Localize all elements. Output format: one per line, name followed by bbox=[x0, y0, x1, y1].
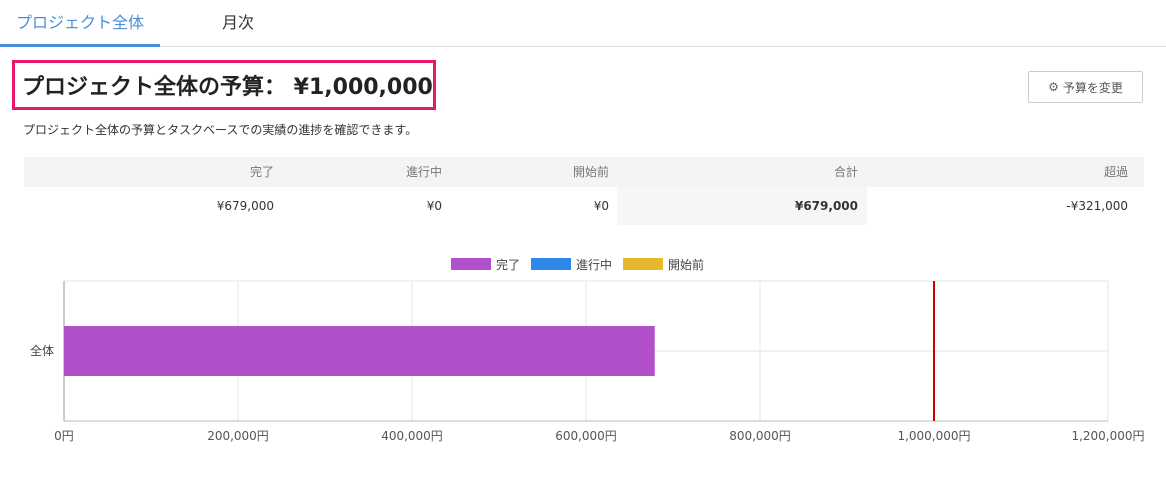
bar-completed-0 bbox=[64, 326, 655, 376]
x-tick-label-3: 600,000円 bbox=[555, 429, 617, 443]
gear-icon: ⚙ bbox=[1048, 80, 1059, 94]
value-completed: ¥679,000 bbox=[216, 199, 274, 213]
legend-label-completed: 完了 bbox=[496, 257, 521, 272]
change-budget-button[interactable]: ⚙ 予算を変更 bbox=[1028, 71, 1143, 103]
x-tick-label-0: 0円 bbox=[54, 429, 74, 443]
header-in-progress: 進行中 bbox=[405, 165, 442, 179]
summary-table-header: 完了 進行中 開始前 合計 超過 bbox=[24, 157, 1144, 187]
tab-bar: プロジェクト全体 月次 bbox=[0, 0, 1166, 47]
change-budget-label: 予算を変更 bbox=[1062, 80, 1123, 95]
page-description: プロジェクト全体の予算とタスクベースでの実績の進捗を確認できます。 bbox=[23, 123, 418, 137]
value-overrun: -¥321,000 bbox=[1066, 199, 1128, 213]
y-category-label-0: 全体 bbox=[30, 343, 54, 358]
legend-item-in-progress[interactable]: 進行中 bbox=[531, 257, 613, 272]
header-completed: 完了 bbox=[249, 165, 274, 179]
header-not-started: 開始前 bbox=[572, 165, 609, 179]
value-not-started: ¥0 bbox=[593, 199, 609, 213]
x-tick-label-5: 1,000,000円 bbox=[897, 429, 970, 443]
x-tick-label-1: 200,000円 bbox=[207, 429, 269, 443]
legend-item-completed[interactable]: 完了 bbox=[451, 257, 521, 272]
tab-project-overall[interactable]: プロジェクト全体 bbox=[0, 0, 160, 47]
legend-swatch-not-started bbox=[623, 258, 663, 270]
value-total: ¥679,000 bbox=[794, 199, 858, 213]
x-tick-label-6: 1,200,000円 bbox=[1071, 429, 1144, 443]
value-in-progress: ¥0 bbox=[426, 199, 442, 213]
page-title: プロジェクト全体の予算： ¥1,000,000 bbox=[22, 75, 433, 100]
tab-monthly[interactable]: 月次 bbox=[222, 0, 254, 46]
header-overrun: 超過 bbox=[1103, 165, 1128, 179]
legend-item-not-started[interactable]: 開始前 bbox=[623, 257, 705, 272]
legend-label-not-started: 開始前 bbox=[668, 257, 705, 272]
header-total: 合計 bbox=[833, 165, 858, 179]
legend-swatch-completed bbox=[451, 258, 491, 270]
x-tick-label-4: 800,000円 bbox=[729, 429, 791, 443]
legend-label-in-progress: 進行中 bbox=[576, 257, 613, 272]
x-tick-label-2: 400,000円 bbox=[381, 429, 443, 443]
legend-swatch-in-progress bbox=[531, 258, 571, 270]
